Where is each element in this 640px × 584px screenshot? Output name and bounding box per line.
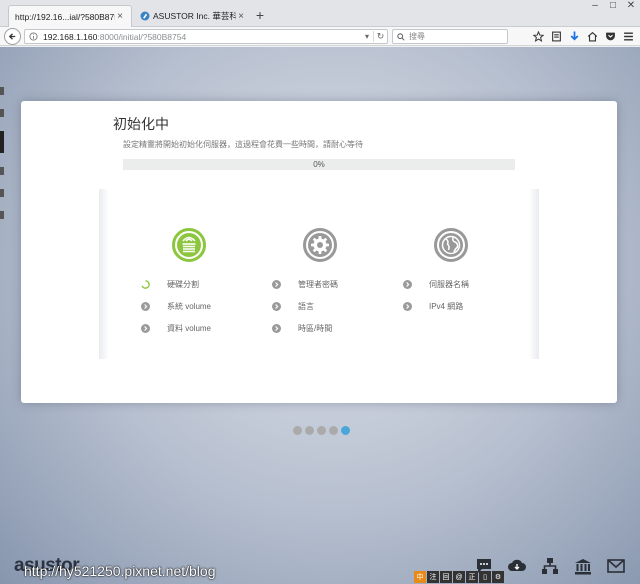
browser-tab-bar: http://192.16...ial/?580B8754 × ASUSTOR … (0, 0, 640, 27)
tab-asustor[interactable]: ASUSTOR Inc. 華芸科技 - ... × (134, 5, 252, 27)
page-dot[interactable] (317, 426, 326, 435)
ime-button[interactable]: 注 (427, 571, 439, 583)
ime-button[interactable]: ▯ (479, 571, 491, 583)
step-disk-partition: 硬碟分割 (141, 278, 199, 290)
close-icon[interactable]: × (115, 11, 125, 22)
step-label: 硬碟分割 (167, 279, 199, 289)
initialization-dialog: 初始化中 設定精靈將開始初始化伺服器，這過程會花費一些時間，請耐心等待 0% 硬… (21, 101, 617, 435)
search-placeholder: 搜尋 (409, 32, 425, 41)
step-label: 系統 volume (167, 301, 212, 311)
reading-list-icon[interactable] (550, 31, 562, 43)
new-tab-button[interactable]: + (253, 8, 267, 22)
page-dot-active[interactable] (341, 426, 350, 435)
bottom-bar: asustor http://hy521250.pixnet.net/blog (0, 550, 640, 584)
step-timezone: 時區/時間 (272, 322, 332, 334)
network-icon[interactable] (540, 556, 560, 576)
gear-icon (302, 227, 338, 263)
chevron-right-icon (141, 323, 150, 333)
search-box[interactable]: 搜尋 (392, 29, 508, 44)
chevron-right-icon (272, 279, 281, 289)
page-dot[interactable] (329, 426, 338, 435)
home-icon[interactable] (586, 31, 598, 43)
ime-button[interactable]: 回 (440, 571, 452, 583)
steps-panel (99, 179, 539, 369)
address-text: 192.168.1.160:8000/initial/?580B8754 (43, 32, 361, 42)
step-label: 管理者密碼 (298, 279, 338, 289)
loading-spinner-icon (141, 279, 150, 289)
progress-text: 0% (313, 160, 325, 169)
browser-nav-bar: 192.168.1.160:8000/initial/?580B8754 ▾ ↻… (0, 27, 640, 46)
step-admin-password: 管理者密碼 (272, 278, 338, 290)
step-system-volume: 系統 volume (141, 300, 211, 312)
back-arrow-icon (8, 33, 16, 40)
step-label: 伺服器名稱 (429, 279, 469, 289)
page-dot[interactable] (305, 426, 314, 435)
download-icon[interactable] (568, 31, 580, 43)
address-path: :8000/initial/?580B8754 (97, 31, 187, 42)
chevron-right-icon (272, 301, 281, 311)
chevron-right-icon (403, 301, 412, 311)
page-title: 初始化中 (113, 116, 169, 132)
globe-icon (433, 227, 469, 263)
window-controls: – □ ✕ (586, 0, 640, 20)
close-icon[interactable]: × (236, 11, 246, 22)
ime-settings-icon[interactable]: ⚙ (492, 571, 504, 583)
progress-bar: 0% (123, 159, 515, 170)
step-label: IPv4 網路 (429, 301, 464, 311)
browser-toolbar (532, 29, 634, 44)
window-close-icon[interactable]: ✕ (622, 0, 640, 12)
minimize-icon[interactable]: – (586, 0, 604, 12)
maximize-icon[interactable]: □ (604, 0, 622, 12)
mail-icon[interactable] (606, 556, 626, 576)
ime-mode-button[interactable]: 中 (414, 571, 426, 583)
chevron-right-icon (141, 301, 150, 311)
tab-initial-wizard[interactable]: http://192.16...ial/?580B8754 × (8, 5, 132, 27)
cloud-download-icon[interactable] (507, 556, 527, 576)
ime-button[interactable]: 正 (466, 571, 478, 583)
info-icon[interactable] (29, 32, 38, 41)
dropdown-arrow-icon[interactable]: ▾ (361, 32, 373, 41)
chevron-right-icon (272, 323, 281, 333)
bookmark-star-icon[interactable] (532, 31, 544, 43)
chevron-right-icon (403, 279, 412, 289)
storage-icon (171, 227, 207, 263)
tab-title: ASUSTOR Inc. 華芸科技 - ... (153, 11, 236, 21)
step-language: 語言 (272, 300, 314, 312)
address-bar[interactable]: 192.168.1.160:8000/initial/?580B8754 ▾ ↻ (24, 29, 388, 44)
left-edge-strip (0, 87, 4, 347)
dialog-description: 設定精靈將開始初始化伺服器，這過程會花費一些時間，請耐心等待 (123, 140, 363, 149)
step-data-volume: 資料 volume (141, 322, 211, 334)
step-ipv4-network: IPv4 網路 (403, 300, 463, 312)
asustor-favicon-icon (140, 11, 150, 21)
address-host: 192.168.1.160 (43, 31, 98, 42)
page-indicator (293, 426, 350, 435)
page-dot[interactable] (293, 426, 302, 435)
menu-icon[interactable] (622, 31, 634, 43)
step-label: 語言 (298, 301, 314, 311)
pocket-icon[interactable] (604, 31, 616, 43)
step-server-name: 伺服器名稱 (403, 278, 469, 290)
institution-icon[interactable] (573, 556, 593, 576)
tab-title: http://192.16...ial/?580B8754 (15, 11, 115, 22)
ime-toolbar: 中 注 回 @ 正 ▯ ⚙ (414, 571, 504, 584)
step-label: 資料 volume (167, 323, 212, 333)
watermark-text: http://hy521250.pixnet.net/blog (24, 563, 216, 579)
back-button[interactable] (4, 28, 21, 45)
reload-icon[interactable]: ↻ (373, 31, 387, 42)
ime-button[interactable]: @ (453, 571, 465, 583)
step-label: 時區/時間 (298, 323, 333, 333)
search-icon (397, 32, 405, 41)
